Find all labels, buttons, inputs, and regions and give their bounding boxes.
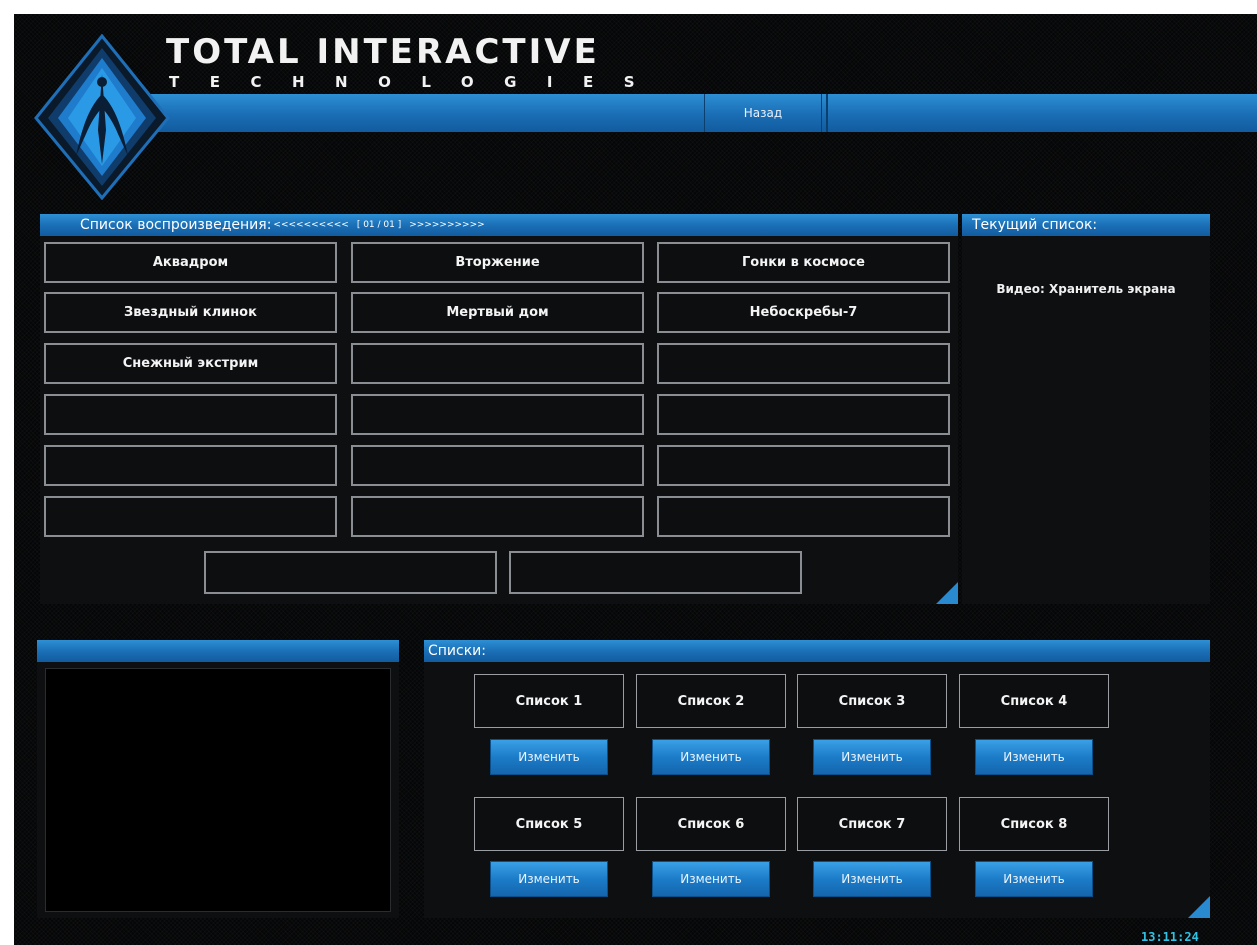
list-button-6[interactable]: Список 6 <box>636 797 786 851</box>
playlist-item[interactable]: Аквадром <box>44 242 337 283</box>
playlist-item[interactable] <box>44 496 337 537</box>
list-button-2[interactable]: Список 2 <box>636 674 786 728</box>
header-divider <box>826 94 828 132</box>
playlist-item[interactable] <box>44 445 337 486</box>
preview-panel <box>37 640 399 918</box>
list-button-1[interactable]: Список 1 <box>474 674 624 728</box>
edit-list-button-3[interactable]: Изменить <box>813 739 931 775</box>
playlist-item[interactable]: Снежный экстрим <box>44 343 337 384</box>
edit-list-button-8[interactable]: Изменить <box>975 861 1093 897</box>
logo-title: TOTAL INTERACTIVE <box>166 32 600 72</box>
list-button-8[interactable]: Список 8 <box>959 797 1109 851</box>
lists-title: Списки: <box>428 643 486 659</box>
list-button-5[interactable]: Список 5 <box>474 797 624 851</box>
current-list-panel: Текущий список: Видео: Хранитель экрана <box>962 214 1210 604</box>
current-list-value: Видео: Хранитель экрана <box>996 282 1176 296</box>
playlist-item[interactable]: Небоскребы-7 <box>657 292 950 333</box>
clock: 13:11:24 <box>1141 930 1199 944</box>
edit-list-button-6[interactable]: Изменить <box>652 861 770 897</box>
playlist-item[interactable]: Звездный клинок <box>44 292 337 333</box>
kiosk-screen: Назад TOTAL INTERACTIVE TECHNOLOGIES Спи… <box>14 14 1257 945</box>
playlist-item[interactable] <box>44 394 337 435</box>
playlist-item[interactable] <box>351 496 644 537</box>
playlist-prev-arrows[interactable]: <<<<<<<<<< <box>273 220 348 230</box>
playlist-item[interactable] <box>657 394 950 435</box>
playlist-item[interactable] <box>657 343 950 384</box>
edit-list-button-2[interactable]: Изменить <box>652 739 770 775</box>
playlist-item[interactable]: Гонки в космосе <box>657 242 950 283</box>
video-preview-area <box>45 668 391 912</box>
logo-subtitle: TECHNOLOGIES <box>169 73 666 91</box>
header-bar <box>124 94 1257 132</box>
preview-header <box>37 640 399 662</box>
playlist-item[interactable] <box>657 496 950 537</box>
playlist-item[interactable]: Вторжение <box>351 242 644 283</box>
current-list-title: Текущий список: <box>972 217 1098 233</box>
list-button-4[interactable]: Список 4 <box>959 674 1109 728</box>
playlist-page-indicator: [ 01 / 01 ] <box>356 220 402 230</box>
playlist-next-arrows[interactable]: >>>>>>>>>> <box>409 220 484 230</box>
tit-logo-emblem-icon <box>34 34 170 200</box>
list-button-7[interactable]: Список 7 <box>797 797 947 851</box>
edit-list-button-4[interactable]: Изменить <box>975 739 1093 775</box>
list-button-3[interactable]: Список 3 <box>797 674 947 728</box>
lists-panel: Списки: Список 1 Изменить Список 2 Изменить… <box>424 640 1210 918</box>
edit-list-button-5[interactable]: Изменить <box>490 861 608 897</box>
playlist-title: Список воспроизведения: <box>80 217 272 233</box>
playlist-nav-button-left[interactable] <box>204 551 497 594</box>
edit-list-button-7[interactable]: Изменить <box>813 861 931 897</box>
playlist-item[interactable]: Мертвый дом <box>351 292 644 333</box>
playlist-item[interactable] <box>657 445 950 486</box>
playlist-item[interactable] <box>351 343 644 384</box>
back-button[interactable]: Назад <box>704 94 822 132</box>
playlist-panel: Список воспроизведения: <<<<<<<<<< [ 01 … <box>40 214 958 604</box>
playlist-item[interactable] <box>351 445 644 486</box>
current-list-header: Текущий список: <box>962 214 1210 236</box>
panel-corner-accent <box>936 582 958 604</box>
playlist-header: Список воспроизведения: <<<<<<<<<< [ 01 … <box>40 214 958 236</box>
playlist-nav-button-right[interactable] <box>509 551 802 594</box>
lists-header: Списки: <box>424 640 1210 662</box>
playlist-item[interactable] <box>351 394 644 435</box>
edit-list-button-1[interactable]: Изменить <box>490 739 608 775</box>
panel-corner-accent <box>1188 896 1210 918</box>
